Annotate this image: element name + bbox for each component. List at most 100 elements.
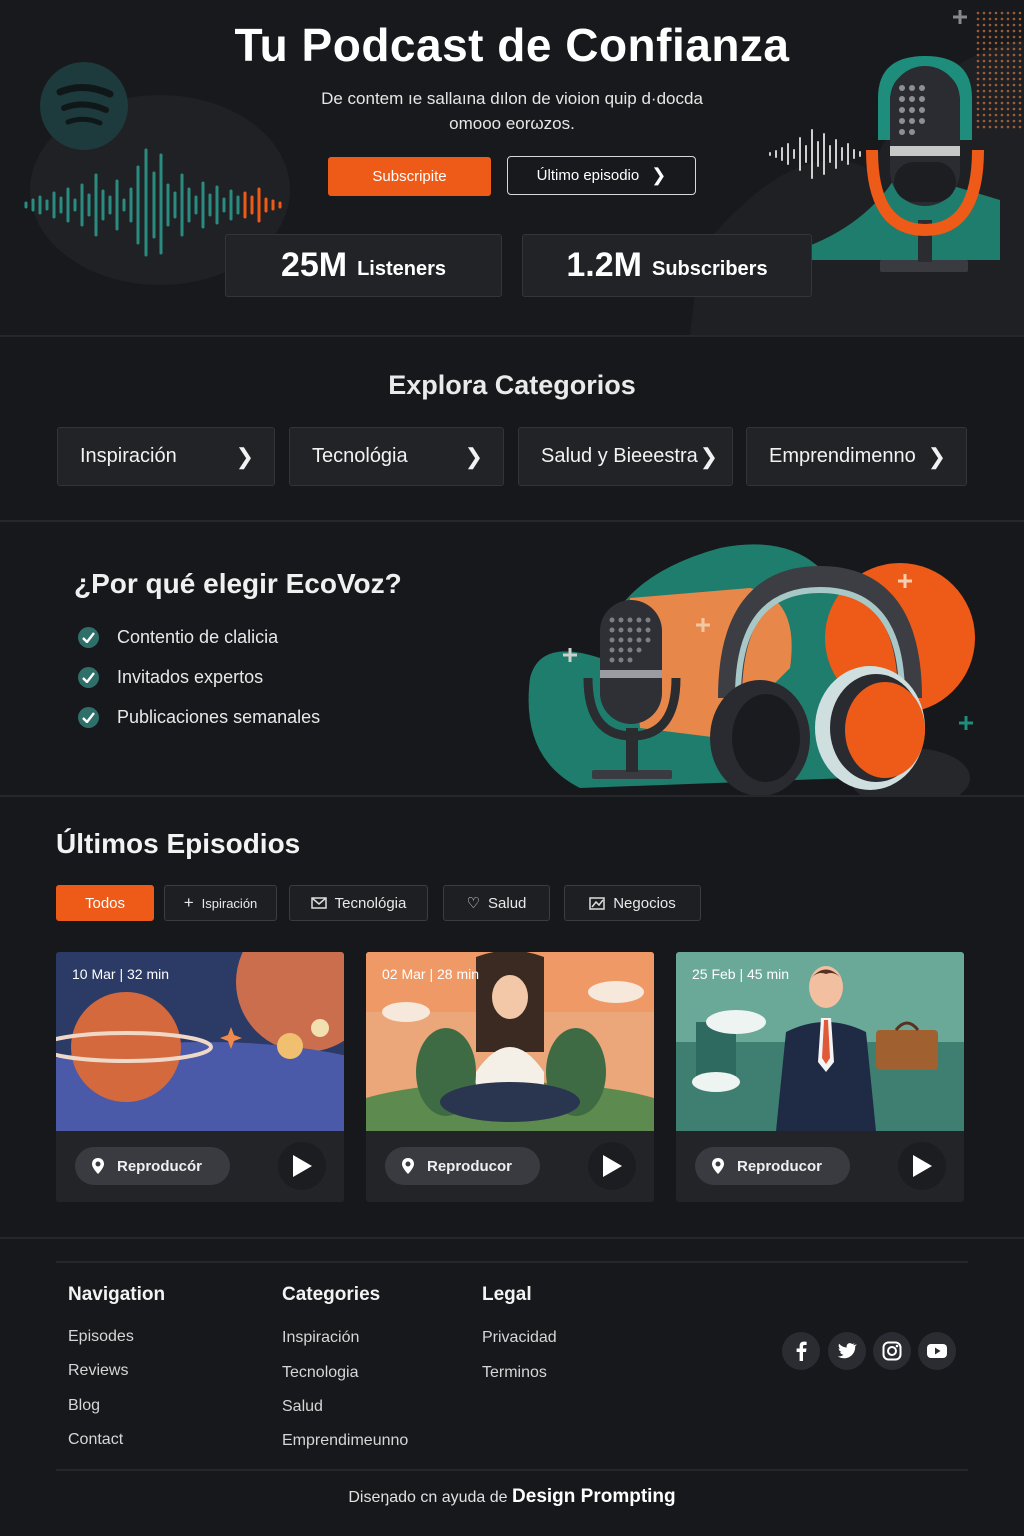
location-pin-icon: [91, 1157, 105, 1175]
waveform-right-icon: [769, 129, 861, 179]
check-icon: [78, 667, 99, 688]
why-item-label: Invitados expertos: [117, 667, 264, 687]
subscribers-label: Subscribers: [651, 258, 768, 280]
play-pill-button[interactable]: Reproducor: [695, 1147, 850, 1185]
check-icon: [78, 707, 99, 728]
why-item: Invitados expertos: [78, 667, 263, 688]
why-title: ¿Por qué elegir EcoVoz?: [74, 568, 402, 599]
credit-prefix: Diseŋado cn ayuda de: [348, 1489, 508, 1506]
hero-microphone-icon: [866, 56, 984, 272]
twitter-icon[interactable]: [828, 1332, 866, 1370]
footer-legal-title: Legal: [482, 1284, 532, 1305]
hero-section: Tu Podcast de Confianza De contem ıe ѕаl…: [0, 0, 1024, 335]
play-label: Reproducor: [737, 1157, 823, 1175]
facebook-icon[interactable]: [782, 1332, 820, 1370]
footer-link-terminos[interactable]: Terminos: [482, 1364, 547, 1382]
envelope-icon: [310, 897, 327, 909]
play-icon[interactable]: [278, 1142, 326, 1190]
youtube-icon[interactable]: [918, 1332, 956, 1370]
section-divider: [0, 520, 1024, 522]
episode-date: 10 Mar | 32 min: [72, 966, 170, 982]
category-label: Emprendimenno: [769, 445, 916, 467]
filter-salud[interactable]: ♡ Salud: [443, 885, 550, 921]
chevron-right-icon: ❯: [464, 443, 483, 469]
footer-link-privacidad[interactable]: Privacidad: [482, 1329, 557, 1347]
latest-episode-label: Último episodio: [536, 167, 640, 184]
episode-card[interactable]: 02 Mar | 28 min Reproducor: [366, 952, 654, 1202]
category-inspiracion[interactable]: Inspiración ❯: [57, 427, 275, 486]
footer-link-contact[interactable]: Contact: [68, 1431, 123, 1449]
chevron-right-icon: ❯: [235, 443, 254, 469]
chevron-right-icon: ❯: [699, 443, 718, 469]
latest-episode-button[interactable]: Último episodio ❯: [507, 156, 696, 195]
episode-date: 25 Feb | 45 min: [692, 966, 790, 982]
subscribe-button[interactable]: Subscripite: [328, 157, 491, 196]
category-tecnologia[interactable]: Tecnológia ❯: [289, 427, 504, 486]
filter-label: Tecnológia: [334, 894, 407, 912]
category-salud[interactable]: Salud y Bieeestra ❯: [518, 427, 733, 486]
play-icon[interactable]: [588, 1142, 636, 1190]
footer-bottom-line: [56, 1469, 968, 1471]
footer-credit: Diseŋado cn ayuda de Design Prompting: [0, 1486, 1024, 1508]
listeners-label: Listeners: [357, 258, 447, 280]
section-divider: [0, 795, 1024, 797]
category-label: Salud y Bieeestra: [541, 445, 698, 467]
play-label: Reproducor: [427, 1157, 513, 1175]
filter-label: Ispiración: [201, 895, 258, 911]
episode-date: 02 Mar | 28 min: [382, 966, 480, 982]
why-item: Publicaciones semanales: [78, 707, 320, 728]
episode-thumbnail-meditation: 02 Mar | 28 min: [366, 952, 654, 1131]
episodes-title: Últimos Episodios: [56, 828, 301, 859]
chart-icon: [589, 896, 605, 910]
footer-top-line: [56, 1261, 968, 1263]
category-emprendimiento[interactable]: Emprendimenno ❯: [746, 427, 967, 486]
footer-link-emprendimiento[interactable]: Emprendimeunno: [282, 1432, 408, 1450]
footer-link-inspiracion[interactable]: Inspiración: [282, 1329, 359, 1347]
subscribers-value: 1.2M: [566, 246, 642, 284]
credit-brand[interactable]: Design Prompting: [512, 1486, 676, 1507]
footer-link-blog[interactable]: Blog: [68, 1397, 100, 1415]
listeners-value: 25M: [280, 246, 348, 284]
listeners-stat: 25M Listeners: [225, 234, 502, 297]
filter-negocios[interactable]: Negocios: [564, 885, 701, 921]
plus-icon: +: [183, 893, 194, 912]
play-pill-button[interactable]: Reproducór: [75, 1147, 230, 1185]
filter-label: Salud: [488, 894, 527, 912]
play-label: Reproducór: [117, 1157, 203, 1175]
category-label: Inspiración: [80, 445, 177, 467]
why-item-label: Contentio de clalicia: [117, 627, 279, 647]
filter-label: Negocios: [613, 894, 676, 912]
check-icon: [78, 627, 99, 648]
episode-card[interactable]: 10 Mar | 32 min Reproducór: [56, 952, 344, 1202]
hero-title: Tu Podcast de Confianza: [234, 19, 790, 71]
headphones-microphone-illustration: [528, 544, 975, 796]
episode-thumbnail-space: 10 Mar | 32 min: [56, 952, 344, 1131]
footer-link-salud[interactable]: Salud: [282, 1398, 323, 1416]
episode-thumbnail-business: 25 Feb | 45 min: [676, 952, 964, 1131]
footer-link-tecnologia[interactable]: Tecnologia: [282, 1364, 359, 1382]
categories-title: Explora Categorios: [388, 370, 636, 400]
play-icon[interactable]: [898, 1142, 946, 1190]
filter-tecnologia[interactable]: Tecnológia: [289, 885, 428, 921]
category-label: Tecnológia: [312, 445, 408, 467]
footer-link-reviews[interactable]: Reviews: [68, 1362, 128, 1380]
why-item-label: Publicaciones semanales: [117, 707, 321, 727]
hero-subtitle: De contem ıe ѕаllаına dılon de vioion qu…: [321, 89, 703, 133]
footer-link-episodes[interactable]: Episodes: [68, 1328, 134, 1346]
chevron-right-icon: ❯: [927, 443, 946, 469]
section-divider: [0, 335, 1024, 337]
episode-card[interactable]: 25 Feb | 45 min Reproducor: [676, 952, 964, 1202]
filter-inspiracion[interactable]: + Ispiración: [164, 885, 277, 921]
chevron-right-icon: ❯: [651, 165, 667, 185]
filter-todos[interactable]: Todos: [56, 885, 154, 921]
play-pill-button[interactable]: Reproducor: [385, 1147, 540, 1185]
why-item: Contentio de clalicia: [78, 627, 278, 648]
footer-categories-title: Categories: [282, 1284, 381, 1305]
subscribers-stat: 1.2M Subscribers: [522, 234, 812, 297]
location-pin-icon: [401, 1157, 415, 1175]
location-pin-icon: [711, 1157, 725, 1175]
instagram-icon[interactable]: [873, 1332, 911, 1370]
footer-navigation-title: Navigation: [68, 1284, 166, 1305]
heart-icon: ♡: [466, 895, 481, 912]
section-divider: [0, 1237, 1024, 1239]
